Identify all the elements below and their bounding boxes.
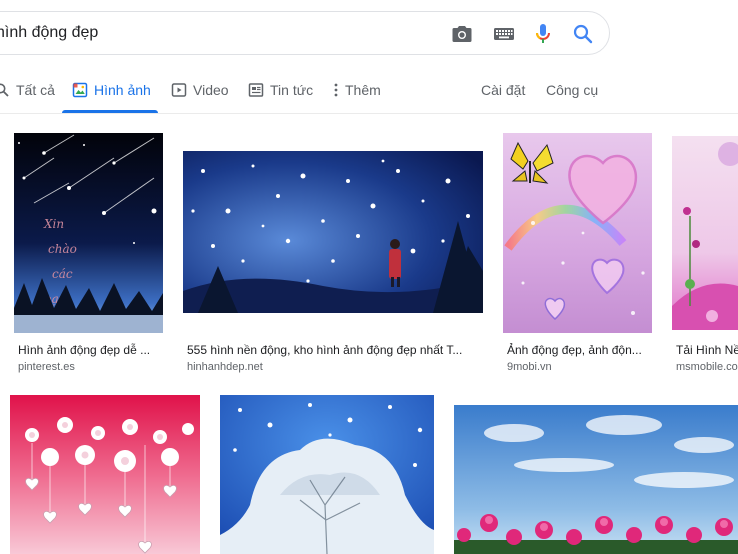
camera-icon[interactable]: [450, 22, 474, 46]
tab-images[interactable]: Hình ảnh: [72, 82, 151, 112]
tabs-divider: [0, 113, 738, 114]
tab-news[interactable]: Tin tức: [248, 82, 313, 112]
result-thumbnail[interactable]: [220, 395, 434, 554]
settings-link[interactable]: Cài đặt: [481, 82, 525, 98]
result-title[interactable]: Tải Hình Nề...: [676, 343, 738, 357]
result-title[interactable]: Ảnh động đẹp, ảnh độn...: [507, 343, 652, 357]
tab-label: Tin tức: [270, 82, 314, 98]
result-thumbnail[interactable]: [183, 151, 483, 313]
microphone-icon[interactable]: [531, 22, 555, 46]
tab-video[interactable]: Video: [171, 82, 229, 112]
result-title[interactable]: Hình ảnh động đẹp dễ ...: [18, 343, 168, 357]
result-thumbnail[interactable]: [503, 133, 652, 333]
tab-all[interactable]: Tất cả: [0, 82, 55, 112]
search-icon: [0, 83, 9, 97]
result-thumbnail[interactable]: [672, 136, 738, 330]
tab-label: Thêm: [345, 82, 381, 98]
tab-label: Tất cả: [16, 82, 55, 98]
result-source: pinterest.es: [18, 361, 75, 373]
svg-text:Xin: Xin: [43, 217, 64, 231]
image-icon: [72, 82, 88, 98]
more-vert-icon: [334, 83, 338, 97]
news-icon: [248, 83, 264, 97]
result-thumbnail[interactable]: [454, 405, 738, 554]
keyboard-icon[interactable]: [492, 22, 516, 46]
video-icon: [171, 83, 187, 97]
svg-text:các: các: [52, 267, 73, 281]
result-source: hinhanhdep.net: [187, 361, 263, 373]
result-source: msmobile.com...: [676, 361, 738, 373]
search-box[interactable]: hình động đẹp: [0, 11, 610, 55]
result-source: 9mobi.vn: [507, 361, 552, 373]
result-thumbnail[interactable]: [10, 395, 200, 554]
search-input[interactable]: hình động đẹp: [0, 24, 98, 42]
tab-more[interactable]: Thêm: [333, 82, 381, 112]
tab-label: Hình ảnh: [94, 82, 151, 98]
result-title[interactable]: 555 hình nền động, kho hình ảnh động đẹp…: [187, 343, 482, 357]
search-icon[interactable]: [571, 22, 595, 46]
tab-label: Video: [193, 82, 229, 98]
result-thumbnail[interactable]: Xin chào các bạn: [14, 133, 163, 333]
tools-link[interactable]: Công cụ: [546, 82, 598, 98]
svg-text:chào: chào: [48, 242, 77, 256]
